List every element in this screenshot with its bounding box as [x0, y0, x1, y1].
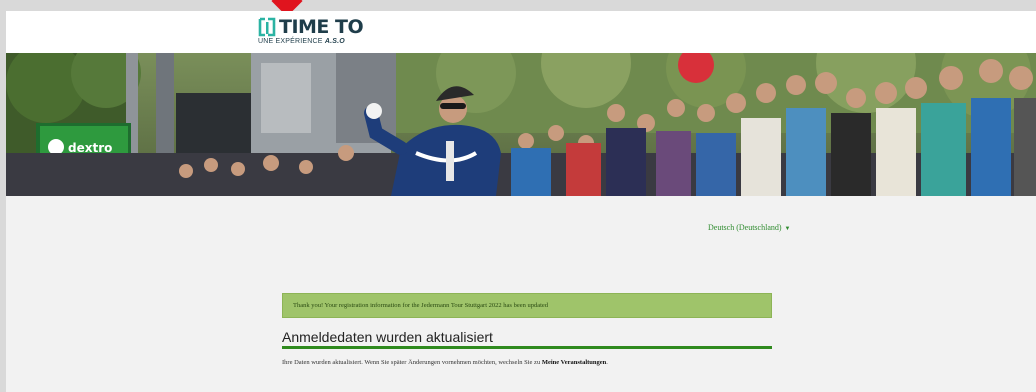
success-alert: Thank you! Your registration information… — [282, 293, 772, 318]
browser-viewport: TIME TO UNE EXPÉRIENCE A.S.O dextro Deut… — [6, 11, 1036, 392]
language-selector[interactable]: Deutsch (Deutschland) ▼ — [708, 223, 790, 232]
confirmation-text: Ihre Daten wurden aktualisiert. Wenn Sie… — [282, 359, 608, 366]
logo-mark-icon — [258, 17, 276, 37]
site-header: TIME TO UNE EXPÉRIENCE A.S.O — [6, 11, 1036, 53]
logo-wordmark: TIME TO — [279, 16, 364, 38]
logo-tagline: UNE EXPÉRIENCE A.S.O — [258, 38, 345, 45]
dextro-banner-text: dextro — [68, 141, 112, 155]
title-divider — [282, 346, 772, 349]
page-title: Anmeldedaten wurden aktualisiert — [282, 329, 493, 345]
time-to-logo[interactable]: TIME TO UNE EXPÉRIENCE A.S.O — [258, 16, 368, 50]
hero-banner: dextro — [6, 53, 1036, 196]
hero-image: dextro — [6, 53, 1036, 196]
caret-down-icon: ▼ — [784, 226, 791, 232]
language-selected-label: Deutsch (Deutschland) — [708, 223, 782, 232]
my-events-link[interactable]: Meine Veranstaltungen — [542, 359, 606, 366]
alert-message: Thank you! Your registration information… — [293, 302, 549, 309]
